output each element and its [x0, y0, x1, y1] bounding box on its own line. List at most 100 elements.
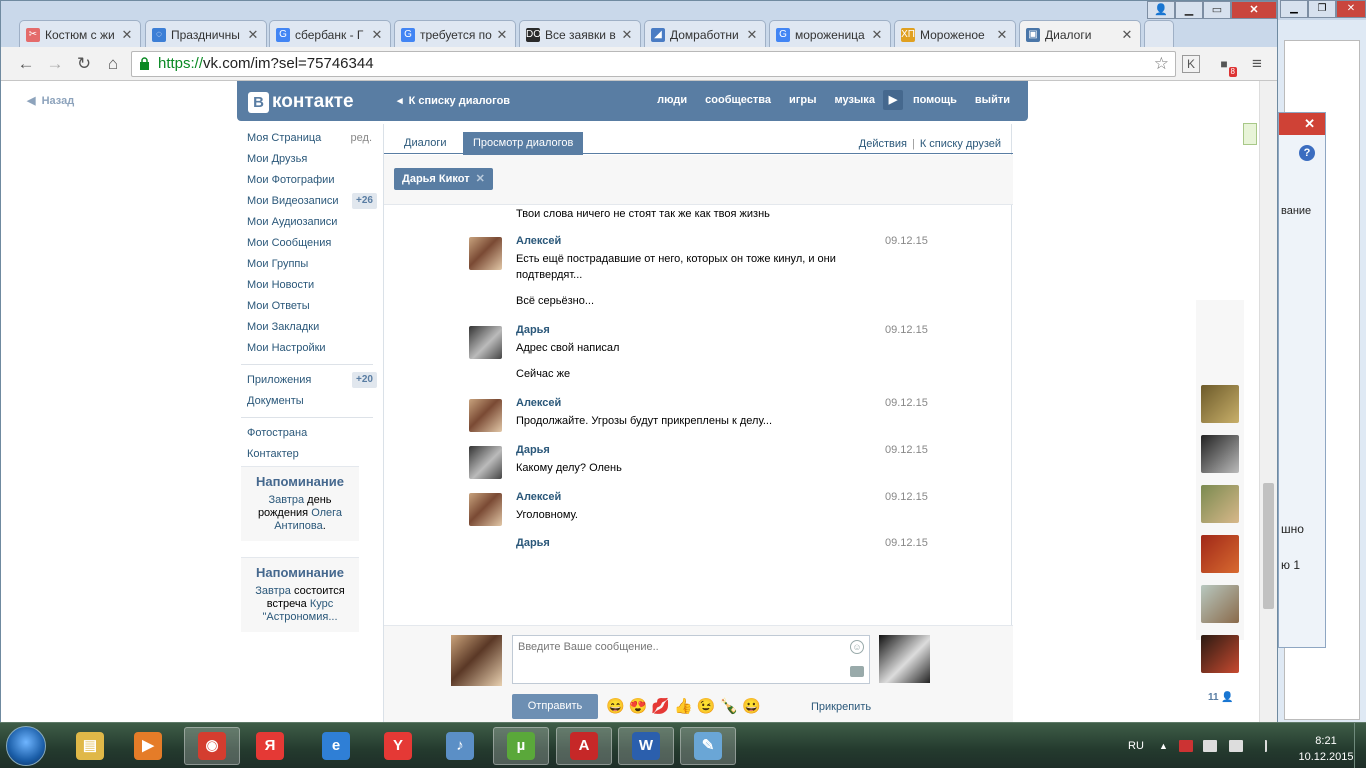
nav-logout[interactable]: выйти — [975, 94, 1010, 110]
my-avatar[interactable] — [451, 635, 502, 686]
close-tab-icon[interactable]: ✕ — [495, 27, 509, 43]
emoji-icon[interactable]: 😀 — [742, 697, 761, 715]
friend-avatar[interactable] — [1201, 485, 1239, 523]
taskbar-explorer-button[interactable]: ▤ — [62, 727, 118, 765]
back-link[interactable]: ◀ Назад — [27, 94, 74, 107]
scrollbar-thumb[interactable] — [1263, 483, 1274, 609]
emoji-icon[interactable]: 💋 — [651, 697, 670, 715]
clock[interactable]: 8:21 10.12.2015 — [1296, 733, 1356, 765]
browser-tab[interactable]: ◢ Домработни ✕ — [644, 20, 766, 48]
tab-view-dialogs[interactable]: Просмотр диалогов — [463, 132, 584, 155]
forward-arrow-icon[interactable]: → — [44, 53, 66, 75]
emoji-icon[interactable]: 😉 — [697, 697, 716, 715]
taskbar-utorrent-button[interactable]: µ — [493, 727, 549, 765]
friend-avatar[interactable] — [1201, 385, 1239, 423]
browser-tab[interactable]: ◌ Праздничны ✕ — [145, 20, 267, 48]
sidebar-item[interactable]: Мои Фотографии — [247, 173, 379, 194]
close-tab-icon[interactable]: ✕ — [995, 27, 1009, 43]
dialog-close-button[interactable]: ✕ — [1279, 113, 1325, 135]
emoji-icon[interactable]: 😍 — [629, 697, 648, 715]
sidebar-item[interactable]: Мои Аудиозаписи — [247, 215, 379, 236]
friend-avatar[interactable] — [1201, 435, 1239, 473]
extension-k-icon[interactable]: K — [1182, 55, 1200, 73]
show-hidden-icons[interactable]: ▲ — [1159, 741, 1168, 751]
sidebar-item[interactable]: Моя Страница ред. — [247, 131, 379, 152]
taskbar-acrobat-button[interactable]: A — [556, 727, 612, 765]
close-tab-icon[interactable]: ✕ — [745, 27, 759, 43]
taskbar-paint-button[interactable]: ✎ — [680, 727, 736, 765]
tab-dialogs[interactable]: Диалоги — [394, 132, 457, 154]
friends-list-link[interactable]: К списку друзей — [920, 138, 1001, 150]
nav-communities[interactable]: сообщества — [705, 94, 771, 110]
play-icon[interactable]: ▶ — [882, 90, 903, 110]
extension-icon[interactable]: ■ 8 — [1213, 53, 1237, 77]
browser-tab[interactable]: ХП Мороженое ✕ — [894, 20, 1016, 48]
user-icon[interactable]: 👤 — [1147, 1, 1175, 19]
browser-tab[interactable]: DO Все заявки в ✕ — [519, 20, 641, 48]
avatar[interactable] — [469, 326, 502, 359]
message-author[interactable]: Алексей — [516, 235, 561, 247]
sidebar-item[interactable]: Приложения +20 — [247, 372, 379, 394]
vk-logo[interactable]: Вконтакте — [248, 91, 354, 113]
sidebar-item[interactable]: Мои Сообщения — [247, 236, 379, 257]
sidebar-item[interactable]: Мои Ответы — [247, 299, 379, 320]
browser-tab[interactable]: Gтребуется по ✕ — [394, 20, 516, 48]
sidebar-item[interactable]: Мои Видеозаписи +26 — [247, 193, 379, 215]
taskbar-yandex-browser-button[interactable]: Я — [242, 727, 298, 765]
reminder-when-link[interactable]: Завтра — [255, 585, 291, 597]
taskbar-word-button[interactable]: W — [618, 727, 674, 765]
close-tab-icon[interactable]: ✕ — [370, 27, 384, 43]
close-tab-icon[interactable]: ✕ — [870, 27, 884, 43]
taskbar-media-player-button[interactable]: ▶ — [120, 727, 176, 765]
signal-icon[interactable] — [1253, 740, 1267, 752]
page-scrollbar[interactable] — [1259, 81, 1277, 722]
count-badge[interactable]: +26 — [352, 193, 377, 209]
nav-people[interactable]: люди — [657, 94, 687, 110]
friend-avatar[interactable] — [1201, 585, 1239, 623]
sidebar-item[interactable]: Мои Новости — [247, 278, 379, 299]
close-button[interactable]: ✕ — [1336, 0, 1366, 18]
actions-link[interactable]: Действия — [859, 138, 907, 150]
emoji-icon[interactable]: 🍾 — [719, 697, 738, 715]
sidebar-item[interactable]: Мои Друзья — [247, 152, 379, 173]
help-icon[interactable]: ? — [1299, 145, 1315, 161]
message-author[interactable]: Алексей — [516, 397, 561, 409]
sidebar-item[interactable]: Мои Группы — [247, 257, 379, 278]
peer-avatar[interactable] — [879, 635, 930, 683]
close-tab-icon[interactable]: ✕ — [246, 27, 260, 43]
emoji-icon[interactable]: 👍 — [674, 697, 693, 715]
attach-link[interactable]: Прикрепить — [811, 701, 871, 713]
extension-side-tab[interactable] — [1243, 123, 1257, 145]
emoji-icon[interactable]: 😄 — [606, 697, 625, 715]
close-window-button[interactable]: ✕ — [1231, 1, 1277, 19]
message-author[interactable]: Алексей — [516, 491, 561, 503]
browser-tab[interactable]: ▣ Диалоги ✕ — [1019, 20, 1141, 48]
taskbar-yandex-button[interactable]: Y — [370, 727, 426, 765]
avatar[interactable] — [469, 237, 502, 270]
back-arrow-icon[interactable]: ← — [15, 53, 37, 75]
to-dialogs-link[interactable]: ◂ К списку диалогов — [397, 94, 510, 107]
battery-icon[interactable] — [1229, 740, 1243, 752]
message-history[interactable]: Твои слова ничего не стоят так же как тв… — [384, 206, 1013, 626]
send-button[interactable]: Отправить — [512, 694, 598, 719]
close-tab-icon[interactable]: ✕ — [620, 27, 634, 43]
avatar[interactable] — [469, 446, 502, 479]
reload-icon[interactable]: ↻ — [73, 53, 95, 75]
new-tab-button[interactable] — [1144, 20, 1174, 48]
message-author[interactable]: Дарья — [516, 537, 550, 549]
show-desktop-button[interactable] — [1354, 723, 1366, 768]
close-tab-icon[interactable]: ✕ — [120, 27, 134, 43]
start-button[interactable] — [6, 726, 46, 766]
browser-tab[interactable]: Gмороженица ✕ — [769, 20, 891, 48]
browser-tab[interactable]: ✂ Костюм с жи ✕ — [19, 20, 141, 48]
menu-icon[interactable]: ≡ — [1246, 53, 1268, 75]
sidebar-item[interactable]: Мои Закладки — [247, 320, 379, 341]
nav-help[interactable]: помощь — [913, 94, 957, 110]
message-input[interactable]: Введите Ваше сообщение.. ☺ — [512, 635, 870, 684]
minimize-button[interactable]: ▁ — [1280, 0, 1308, 18]
nav-music[interactable]: музыка — [834, 94, 874, 110]
sidebar-item[interactable]: Мои Настройки — [247, 341, 379, 362]
network-warning-icon[interactable] — [1179, 740, 1193, 752]
friends-count[interactable]: 11 👤 — [1208, 692, 1234, 703]
friend-avatar[interactable] — [1201, 635, 1239, 673]
